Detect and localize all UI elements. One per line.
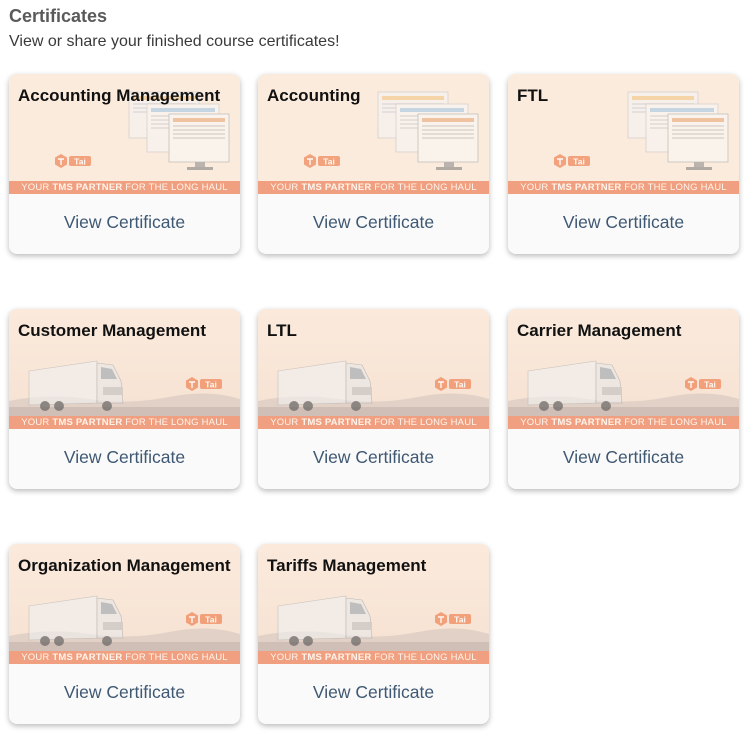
certificate-banner: Tai LTL YOUR TMS PARTNER FOR THE LONG HA… [258,309,489,429]
tagline: YOUR TMS PARTNER FOR THE LONG HAUL [258,651,489,664]
view-certificate-button[interactable]: View Certificate [258,682,489,703]
certificates-page: Certificates View or share your finished… [0,0,744,734]
view-certificate-button[interactable]: View Certificate [508,447,739,468]
certificate-banner: Tai Customer Management YOUR TMS PARTNER… [9,309,240,429]
view-certificate-button[interactable]: View Certificate [9,682,240,703]
tagline: YOUR TMS PARTNER FOR THE LONG HAUL [258,416,489,429]
view-certificate-button[interactable]: View Certificate [9,212,240,233]
tagline: YOUR TMS PARTNER FOR THE LONG HAUL [9,651,240,664]
tagline: YOUR TMS PARTNER FOR THE LONG HAUL [9,416,240,429]
tagline: YOUR TMS PARTNER FOR THE LONG HAUL [508,181,739,194]
page-subtitle: View or share your finished course certi… [9,33,340,50]
page-title: Certificates [9,6,108,26]
certificate-banner: Tai FTL YOUR TMS PARTNER FOR THE LONG HA… [508,74,739,194]
certificate-title: Accounting Management [18,86,221,105]
certificate-title: Tariffs Management [267,556,427,575]
certificate-title: FTL [517,86,549,105]
certificate-banner: Tai Accounting YOUR TMS PARTNER FOR THE … [258,74,489,194]
view-certificate-button[interactable]: View Certificate [258,447,489,468]
view-certificate-button[interactable]: View Certificate [508,212,739,233]
tagline: YOUR TMS PARTNER FOR THE LONG HAUL [9,181,240,194]
certificate-card[interactable]: Tai FTL YOUR TMS PARTNER FOR THE LONG HA… [508,74,739,254]
certificate-card[interactable]: Tai Customer Management YOUR TMS PARTNER… [9,309,240,489]
certificate-title: Organization Management [18,556,231,575]
view-certificate-button[interactable]: View Certificate [258,212,489,233]
certificate-banner: Tai Organization Management YOUR TMS PAR… [9,544,240,664]
certificate-title: LTL [267,321,297,340]
tagline: YOUR TMS PARTNER FOR THE LONG HAUL [508,416,739,429]
certificate-card[interactable]: Tai Accounting YOUR TMS PARTNER FOR THE … [258,74,489,254]
certificate-card[interactable]: Tai Organization Management YOUR TMS PAR… [9,544,240,724]
certificate-card[interactable]: Tai LTL YOUR TMS PARTNER FOR THE LONG HA… [258,309,489,489]
certificate-card[interactable]: Tai Tariffs Management YOUR TMS PARTNER … [258,544,489,724]
certificate-card[interactable]: Tai Accounting Management YOUR TMS PARTN… [9,74,240,254]
certificate-banner: Tai Accounting Management YOUR TMS PARTN… [9,74,240,194]
certificate-banner: Tai Tariffs Management YOUR TMS PARTNER … [258,544,489,664]
certificate-banner: Tai Carrier Management YOUR TMS PARTNER … [508,309,739,429]
certificate-card[interactable]: Tai Carrier Management YOUR TMS PARTNER … [508,309,739,489]
view-certificate-button[interactable]: View Certificate [9,447,240,468]
certificate-title: Accounting [267,86,361,105]
certificate-title: Customer Management [18,321,206,340]
tagline: YOUR TMS PARTNER FOR THE LONG HAUL [258,181,489,194]
certificate-title: Carrier Management [517,321,682,340]
